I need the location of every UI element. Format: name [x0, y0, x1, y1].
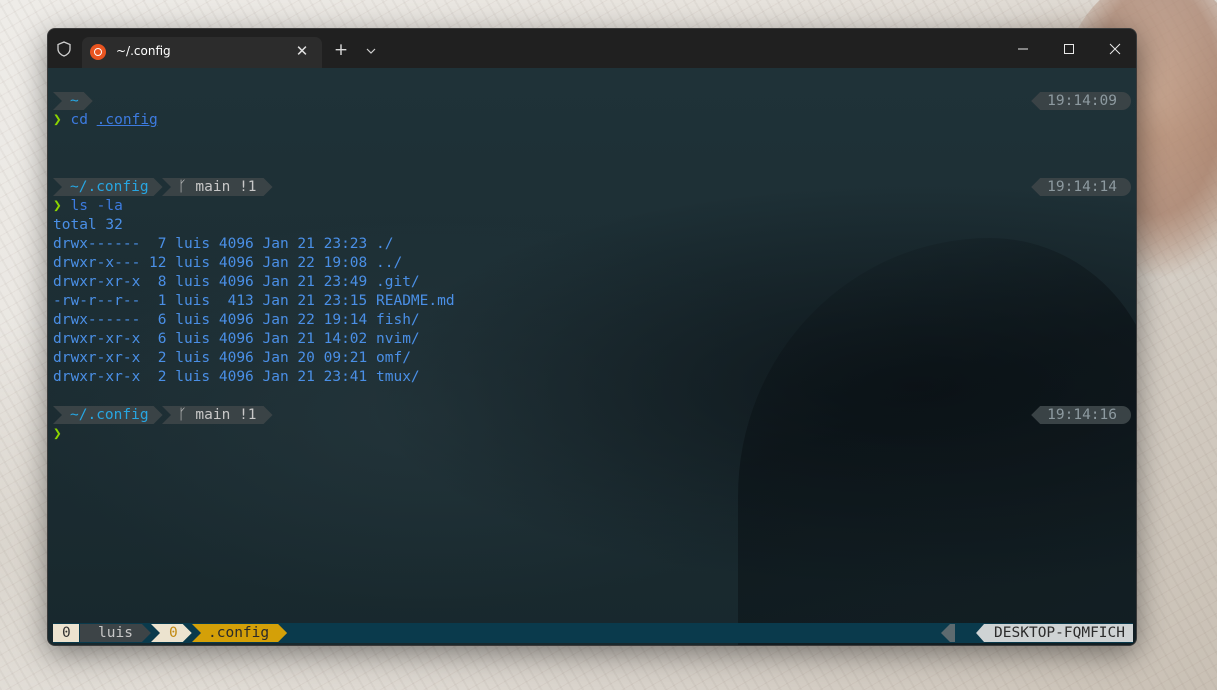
tab-title: ~/.config [116, 44, 171, 58]
terminal-area[interactable]: ~ 19:14:09 ❯ cd .config ~/.config ᚴ main… [48, 68, 1136, 645]
prompt-time: 19:14:09 [1031, 92, 1131, 110]
output-line: total 32 [53, 217, 123, 233]
output-line: drwxr-x--- 12 luis 4096 Jan 22 19:08 ../ [53, 255, 403, 271]
git-branch: main !1 [186, 179, 257, 195]
chevron-down-icon[interactable] [361, 42, 381, 60]
maximize-icon [1064, 43, 1074, 54]
output-line: drwx------ 6 luis 4096 Jan 22 19:14 fish… [53, 312, 420, 328]
status-separator [941, 624, 955, 642]
prompt-path: ~/.config [53, 178, 163, 196]
output-line: drwxr-xr-x 2 luis 4096 Jan 20 09:21 omf/ [53, 350, 411, 366]
output-line: -rw-r--r-- 1 luis 413 Jan 21 23:15 READM… [53, 293, 455, 309]
window-name[interactable]: .config [192, 624, 287, 642]
git-branch: main !1 [186, 407, 257, 423]
command-argument: .config [96, 112, 158, 128]
tab-config[interactable]: ~/.config ✕ [82, 37, 322, 68]
ubuntu-icon [90, 44, 106, 60]
new-tab-button[interactable]: + [330, 41, 352, 61]
prompt-time: 19:14:14 [1031, 178, 1131, 196]
prompt-arrow: ❯ [53, 426, 62, 442]
tab-close-button[interactable]: ✕ [292, 41, 312, 61]
prompt-time: 19:14:16 [1031, 406, 1131, 424]
prompt-git-status: ᚴ main !1 [162, 406, 273, 424]
close-button[interactable] [1092, 29, 1136, 68]
terminal-window: ~/.config ✕ + ~ 19:14:09 ❯ cd .config ~/… [47, 28, 1137, 646]
command: ls -la [70, 198, 123, 214]
minimize-icon [1018, 48, 1028, 49]
close-icon [1109, 43, 1121, 54]
git-branch-icon: ᚴ [178, 179, 187, 195]
command-line: ❯ cd .config [53, 111, 158, 130]
git-branch-icon: ᚴ [178, 407, 187, 423]
command-line: ❯ ls -la [53, 197, 123, 216]
output-line: drwxr-xr-x 8 luis 4096 Jan 21 23:49 .git… [53, 274, 420, 290]
hostname: DESKTOP-FQMFICH [976, 624, 1133, 642]
background-image-shape [738, 238, 1136, 645]
maximize-button[interactable] [1046, 29, 1092, 68]
prompt-arrow: ❯ [53, 198, 62, 214]
prompt-git-status: ᚴ main !1 [162, 178, 273, 196]
window-index[interactable]: 0 [151, 624, 192, 642]
prompt-path: ~ [53, 92, 93, 110]
session-name: luis [80, 624, 151, 642]
command: cd [70, 112, 88, 128]
output-line: drwx------ 7 luis 4096 Jan 21 23:23 ./ [53, 236, 394, 252]
command-line[interactable]: ❯ [53, 425, 62, 444]
tmux-status-bar: 0 luis 0 .config DESKTOP-FQMFICH [53, 623, 1133, 643]
shield-icon[interactable] [56, 41, 72, 57]
title-bar[interactable]: ~/.config ✕ + [48, 29, 1136, 68]
minimize-button[interactable] [1000, 29, 1046, 68]
prompt-arrow: ❯ [53, 112, 62, 128]
prompt-path: ~/.config [53, 406, 163, 424]
output-line: drwxr-xr-x 6 luis 4096 Jan 21 14:02 nvim… [53, 331, 420, 347]
output-line: drwxr-xr-x 2 luis 4096 Jan 21 23:41 tmux… [53, 369, 420, 385]
session-index: 0 [53, 624, 79, 642]
